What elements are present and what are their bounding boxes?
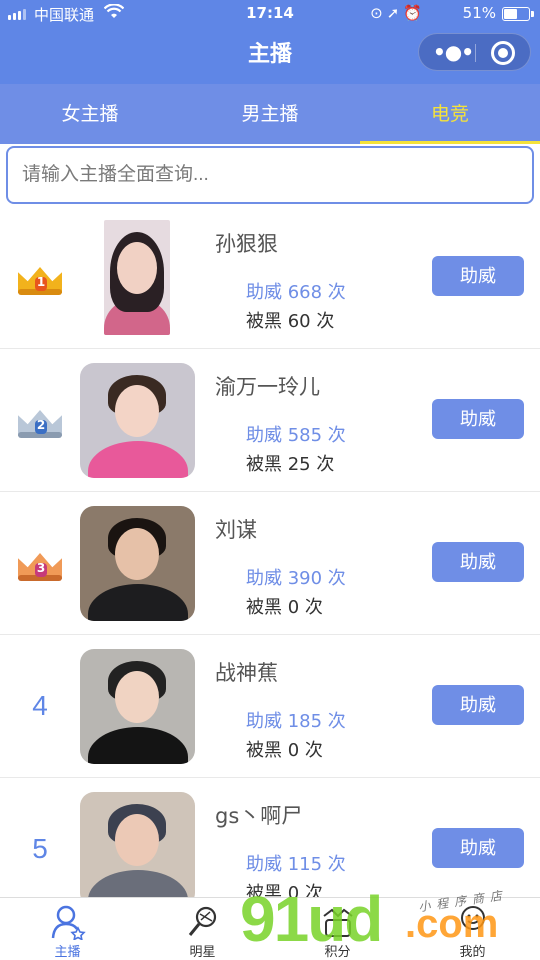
cheer-count: 助威 115 次 bbox=[246, 854, 346, 875]
search-input[interactable] bbox=[6, 146, 534, 204]
tabbar-item-stars[interactable]: 明星 bbox=[135, 898, 270, 960]
streamer-list: 1 孙狠狠 助威 668 次 被黑 60 次 助威 2 渝万一玲儿 助威 585… bbox=[0, 206, 540, 921]
silver-crown-icon: 2 bbox=[15, 400, 65, 440]
bronze-crown-icon: 3 bbox=[15, 543, 65, 583]
smile-user-icon bbox=[460, 906, 485, 930]
top-bar: 中国联通 17:14 ⊙➚⏰ 51% 主播 •●• bbox=[0, 0, 540, 84]
location-icon: ➚ bbox=[386, 4, 404, 22]
tabbar-label: 明星 bbox=[189, 945, 216, 960]
tabbar-item-points[interactable]: 积分 bbox=[270, 898, 405, 960]
tab-esports[interactable]: 电竞 bbox=[360, 84, 540, 144]
lock-rotation-icon: ⊙ bbox=[370, 4, 387, 22]
status-icons: ⊙➚⏰ bbox=[370, 4, 426, 22]
streamer-name: 孙狠狠 bbox=[215, 232, 278, 256]
black-count: 被黑 60 次 bbox=[246, 311, 335, 332]
more-dots-icon[interactable]: •●• bbox=[433, 40, 474, 64]
target-circle-icon[interactable] bbox=[491, 41, 515, 65]
alarm-icon: ⏰ bbox=[403, 4, 426, 22]
cheer-button[interactable]: 助威 bbox=[432, 828, 524, 868]
person-star-icon bbox=[51, 905, 86, 940]
avatar bbox=[80, 363, 195, 478]
status-time: 17:14 bbox=[246, 4, 294, 22]
streamer-name: 战神蕉 bbox=[215, 661, 278, 685]
avatar bbox=[104, 220, 170, 335]
black-count: 被黑 25 次 bbox=[246, 454, 335, 475]
tabbar-label: 主播 bbox=[54, 945, 81, 960]
bottom-tabbar: 主播 明星 积分 我的 bbox=[0, 897, 540, 960]
list-item: 4 战神蕉 助威 185 次 被黑 0 次 助威 bbox=[0, 635, 540, 778]
cheer-count: 助威 668 次 bbox=[246, 282, 346, 303]
capsule-divider bbox=[475, 44, 476, 62]
battery-icon bbox=[502, 7, 534, 21]
cheer-count: 助威 390 次 bbox=[246, 568, 346, 589]
tabbar-item-mine[interactable]: 我的 bbox=[405, 898, 540, 960]
tabbar-label: 积分 bbox=[324, 945, 351, 960]
tab-female[interactable]: 女主播 bbox=[0, 84, 180, 144]
cheer-count: 助威 585 次 bbox=[246, 425, 346, 446]
list-item: 2 渝万一玲儿 助威 585 次 被黑 25 次 助威 bbox=[0, 349, 540, 492]
list-item: 1 孙狠狠 助威 668 次 被黑 60 次 助威 bbox=[0, 206, 540, 349]
cheer-count: 助威 185 次 bbox=[246, 711, 346, 732]
avatar bbox=[80, 792, 195, 907]
cheer-button[interactable]: 助威 bbox=[432, 685, 524, 725]
cheer-button[interactable]: 助威 bbox=[432, 542, 524, 582]
category-tabs: 女主播 男主播 电竞 bbox=[0, 84, 540, 144]
tab-male[interactable]: 男主播 bbox=[180, 84, 360, 144]
avatar bbox=[80, 506, 195, 621]
rank-number: 5 bbox=[32, 833, 48, 864]
black-count: 被黑 0 次 bbox=[246, 597, 323, 618]
mini-program-capsule: •●• bbox=[418, 33, 531, 71]
streamer-name: gs丶啊尸 bbox=[215, 804, 303, 828]
points-icon bbox=[322, 908, 353, 937]
tabbar-label: 我的 bbox=[459, 945, 486, 960]
streamer-name: 渝万一玲儿 bbox=[215, 375, 320, 399]
status-bar: 中国联通 17:14 ⊙➚⏰ 51% bbox=[0, 0, 540, 28]
cheer-button[interactable]: 助威 bbox=[432, 399, 524, 439]
battery-percent: 51% bbox=[462, 4, 496, 22]
rank-badge: 2 bbox=[0, 349, 80, 491]
black-count: 被黑 0 次 bbox=[246, 740, 323, 761]
streamer-name: 刘谋 bbox=[215, 518, 257, 542]
rank-badge: 3 bbox=[0, 492, 80, 634]
rank-badge: 4 bbox=[0, 635, 80, 777]
gold-crown-icon: 1 bbox=[15, 257, 65, 297]
rank-number: 4 bbox=[32, 690, 48, 721]
list-item: 3 刘谋 助威 390 次 被黑 0 次 助威 bbox=[0, 492, 540, 635]
avatar bbox=[80, 649, 195, 764]
cheer-button[interactable]: 助威 bbox=[432, 256, 524, 296]
tabbar-item-streamers[interactable]: 主播 bbox=[0, 898, 135, 960]
microphone-icon bbox=[188, 906, 216, 936]
rank-badge: 1 bbox=[0, 206, 80, 348]
